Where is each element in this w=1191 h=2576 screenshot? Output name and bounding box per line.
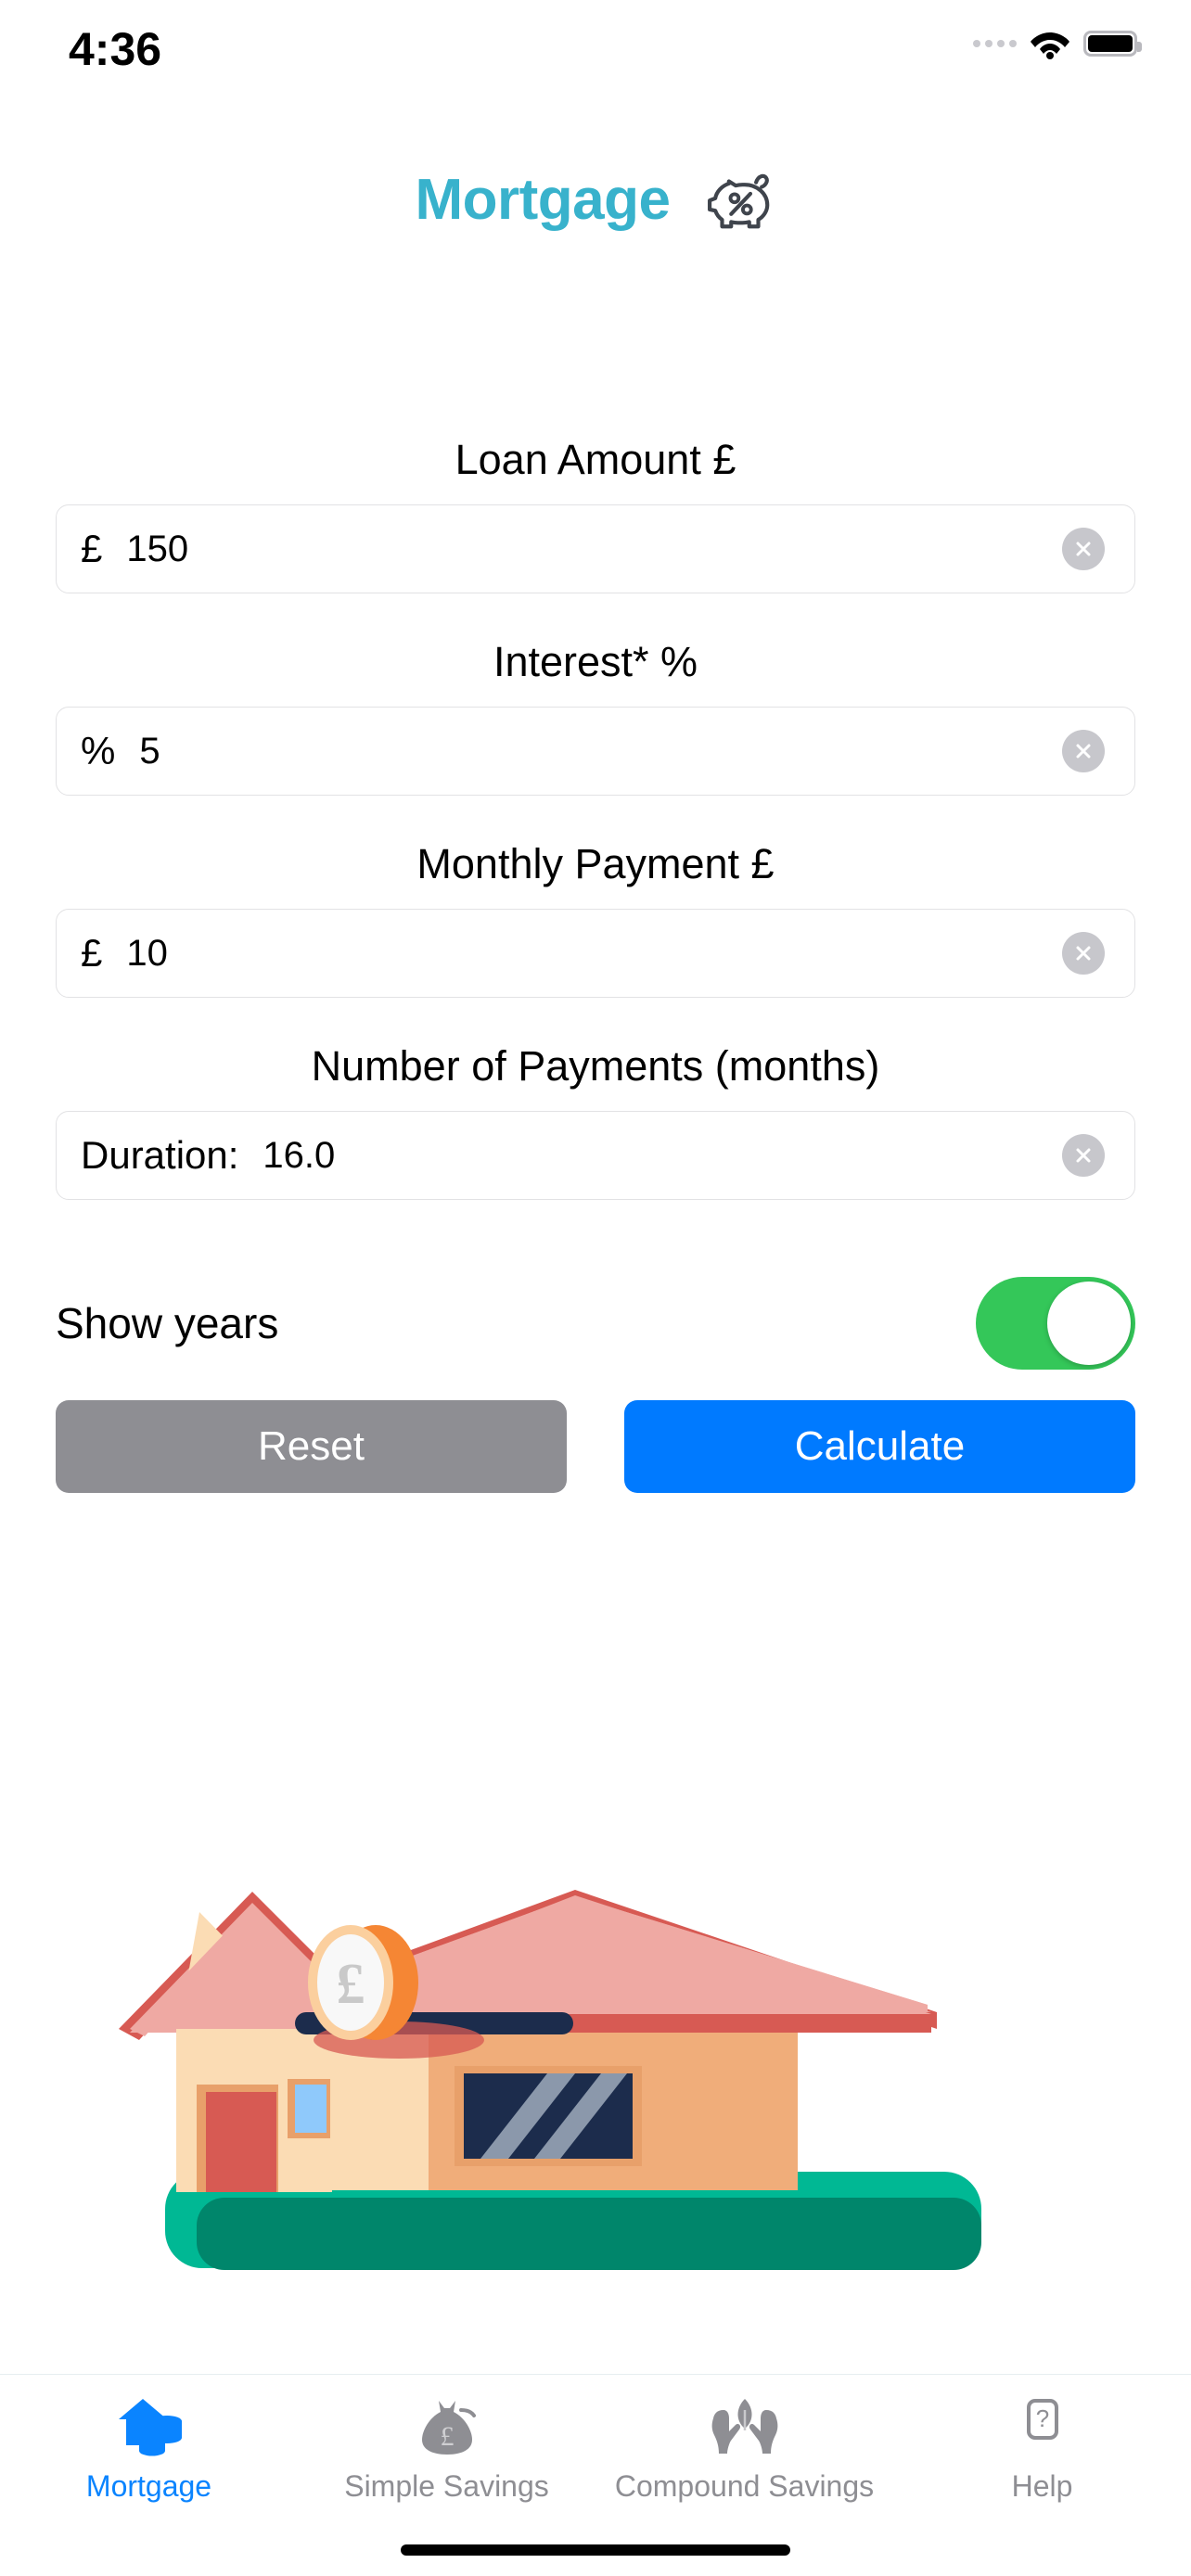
mortgage-form: Loan Amount £ £ 150 Interest* % % 5 Mont… (0, 436, 1191, 1200)
number-of-payments-label: Number of Payments (months) (311, 1042, 880, 1090)
question-mark-box-icon: ? (1008, 2391, 1077, 2460)
tab-compound-savings-label: Compound Savings (614, 2469, 875, 2503)
money-bag-pound-icon: £ (413, 2391, 481, 2460)
wifi-icon (1031, 32, 1069, 59)
battery-full-icon (1083, 31, 1142, 57)
loan-amount-prefix: £ (81, 527, 103, 570)
interest-label: Interest* % (493, 638, 698, 685)
house-coins-icon (115, 2391, 184, 2460)
clear-circle-x-icon[interactable] (1062, 1134, 1105, 1177)
piggy-bank-percent-icon (707, 173, 769, 229)
clear-circle-x-icon[interactable] (1062, 528, 1105, 570)
action-buttons: Reset Calculate (56, 1400, 1135, 1493)
tab-compound-savings[interactable]: Compound Savings (596, 2391, 893, 2504)
interest-prefix: % (81, 729, 116, 772)
svg-text:£: £ (440, 2421, 454, 2452)
show-years-toggle[interactable] (976, 1277, 1135, 1370)
tab-help[interactable]: ? Help (893, 2391, 1191, 2504)
loan-amount-value: 150 (126, 528, 189, 569)
interest-value: 5 (139, 730, 160, 772)
tab-mortgage[interactable]: Mortgage (0, 2391, 298, 2504)
interest-input[interactable]: % 5 (56, 707, 1135, 796)
monthly-payment-input[interactable]: £ 10 (56, 909, 1135, 998)
clear-circle-x-icon[interactable] (1062, 932, 1105, 975)
tab-help-label: Help (1011, 2469, 1073, 2503)
reset-button[interactable]: Reset (56, 1400, 567, 1493)
hands-leaf-icon (711, 2391, 779, 2460)
tab-simple-savings-label: Simple Savings (344, 2469, 549, 2503)
svg-text:£: £ (337, 1953, 365, 2016)
house-piggy-bank-illustration: £ (119, 1890, 981, 2270)
duration-input[interactable]: Duration: 16.0 (56, 1111, 1135, 1200)
toggle-knob (1047, 1282, 1131, 1365)
status-bar-time: 4:36 (69, 23, 162, 75)
status-bar: 4:36 (0, 0, 1191, 109)
page-title: Mortgage (415, 167, 672, 232)
clear-circle-x-icon[interactable] (1062, 730, 1105, 772)
duration-prefix: Duration: (81, 1133, 239, 1177)
duration-value: 16.0 (263, 1134, 336, 1176)
calculate-button[interactable]: Calculate (624, 1400, 1135, 1493)
home-indicator[interactable] (401, 2544, 790, 2556)
status-bar-indicators (973, 28, 1142, 59)
loan-amount-label: Loan Amount £ (455, 436, 736, 483)
app-header: Mortgage (0, 148, 1191, 250)
monthly-payment-value: 10 (126, 932, 168, 974)
tab-simple-savings[interactable]: £ Simple Savings (298, 2391, 596, 2504)
tab-mortgage-label: Mortgage (85, 2469, 212, 2503)
monthly-payment-label: Monthly Payment £ (416, 840, 775, 887)
monthly-payment-prefix: £ (81, 931, 103, 975)
signal-dots-icon (973, 40, 1017, 47)
show-years-row: Show years (56, 1277, 1135, 1370)
svg-text:?: ? (1035, 2404, 1048, 2432)
app-screen: 4:36 Mortgage Loan Amount £ £ 150 Intere… (0, 0, 1191, 2576)
show-years-label: Show years (56, 1299, 279, 1347)
loan-amount-input[interactable]: £ 150 (56, 504, 1135, 593)
